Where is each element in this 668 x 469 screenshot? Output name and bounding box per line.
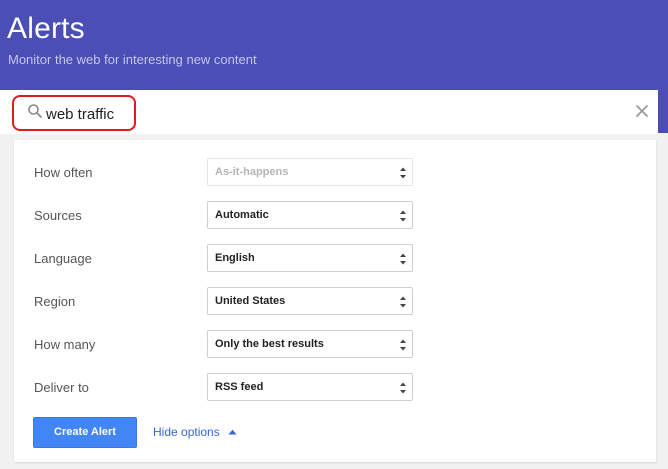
- hide-options-link[interactable]: Hide options: [153, 425, 220, 439]
- search-input[interactable]: [46, 100, 446, 128]
- deliver-to-select[interactable]: RSS feed: [207, 373, 413, 401]
- how-many-select[interactable]: Only the best results: [207, 330, 413, 358]
- select-arrows-icon: [400, 339, 406, 351]
- language-select[interactable]: English: [207, 244, 413, 272]
- create-alert-button[interactable]: Create Alert: [33, 417, 137, 448]
- region-label: Region: [34, 294, 76, 309]
- sources-label: Sources: [34, 208, 82, 223]
- sources-select[interactable]: Automatic: [207, 201, 413, 229]
- select-arrows-icon: [400, 296, 406, 308]
- how-many-label: How many: [34, 337, 96, 352]
- close-icon[interactable]: [634, 103, 650, 119]
- how-often-select[interactable]: As-it-happens: [207, 158, 413, 186]
- how-often-value: As-it-happens: [215, 166, 289, 178]
- page-title: Alerts: [7, 12, 85, 45]
- select-arrows-icon: [400, 382, 406, 394]
- search-icon: [28, 104, 42, 118]
- select-arrows-icon: [400, 167, 406, 179]
- deliver-to-label: Deliver to: [34, 380, 89, 395]
- language-label: Language: [34, 251, 92, 266]
- caret-up-icon[interactable]: [228, 429, 237, 435]
- how-many-value: Only the best results: [215, 338, 324, 350]
- select-arrows-icon: [400, 253, 406, 265]
- region-value: United States: [215, 295, 286, 307]
- deliver-to-value: RSS feed: [215, 381, 264, 393]
- language-value: English: [215, 252, 255, 264]
- how-often-label: How often: [34, 165, 93, 180]
- select-arrows-icon: [400, 210, 406, 222]
- region-select[interactable]: United States: [207, 287, 413, 315]
- page-subtitle: Monitor the web for interesting new cont…: [8, 52, 257, 67]
- sources-value: Automatic: [215, 209, 269, 221]
